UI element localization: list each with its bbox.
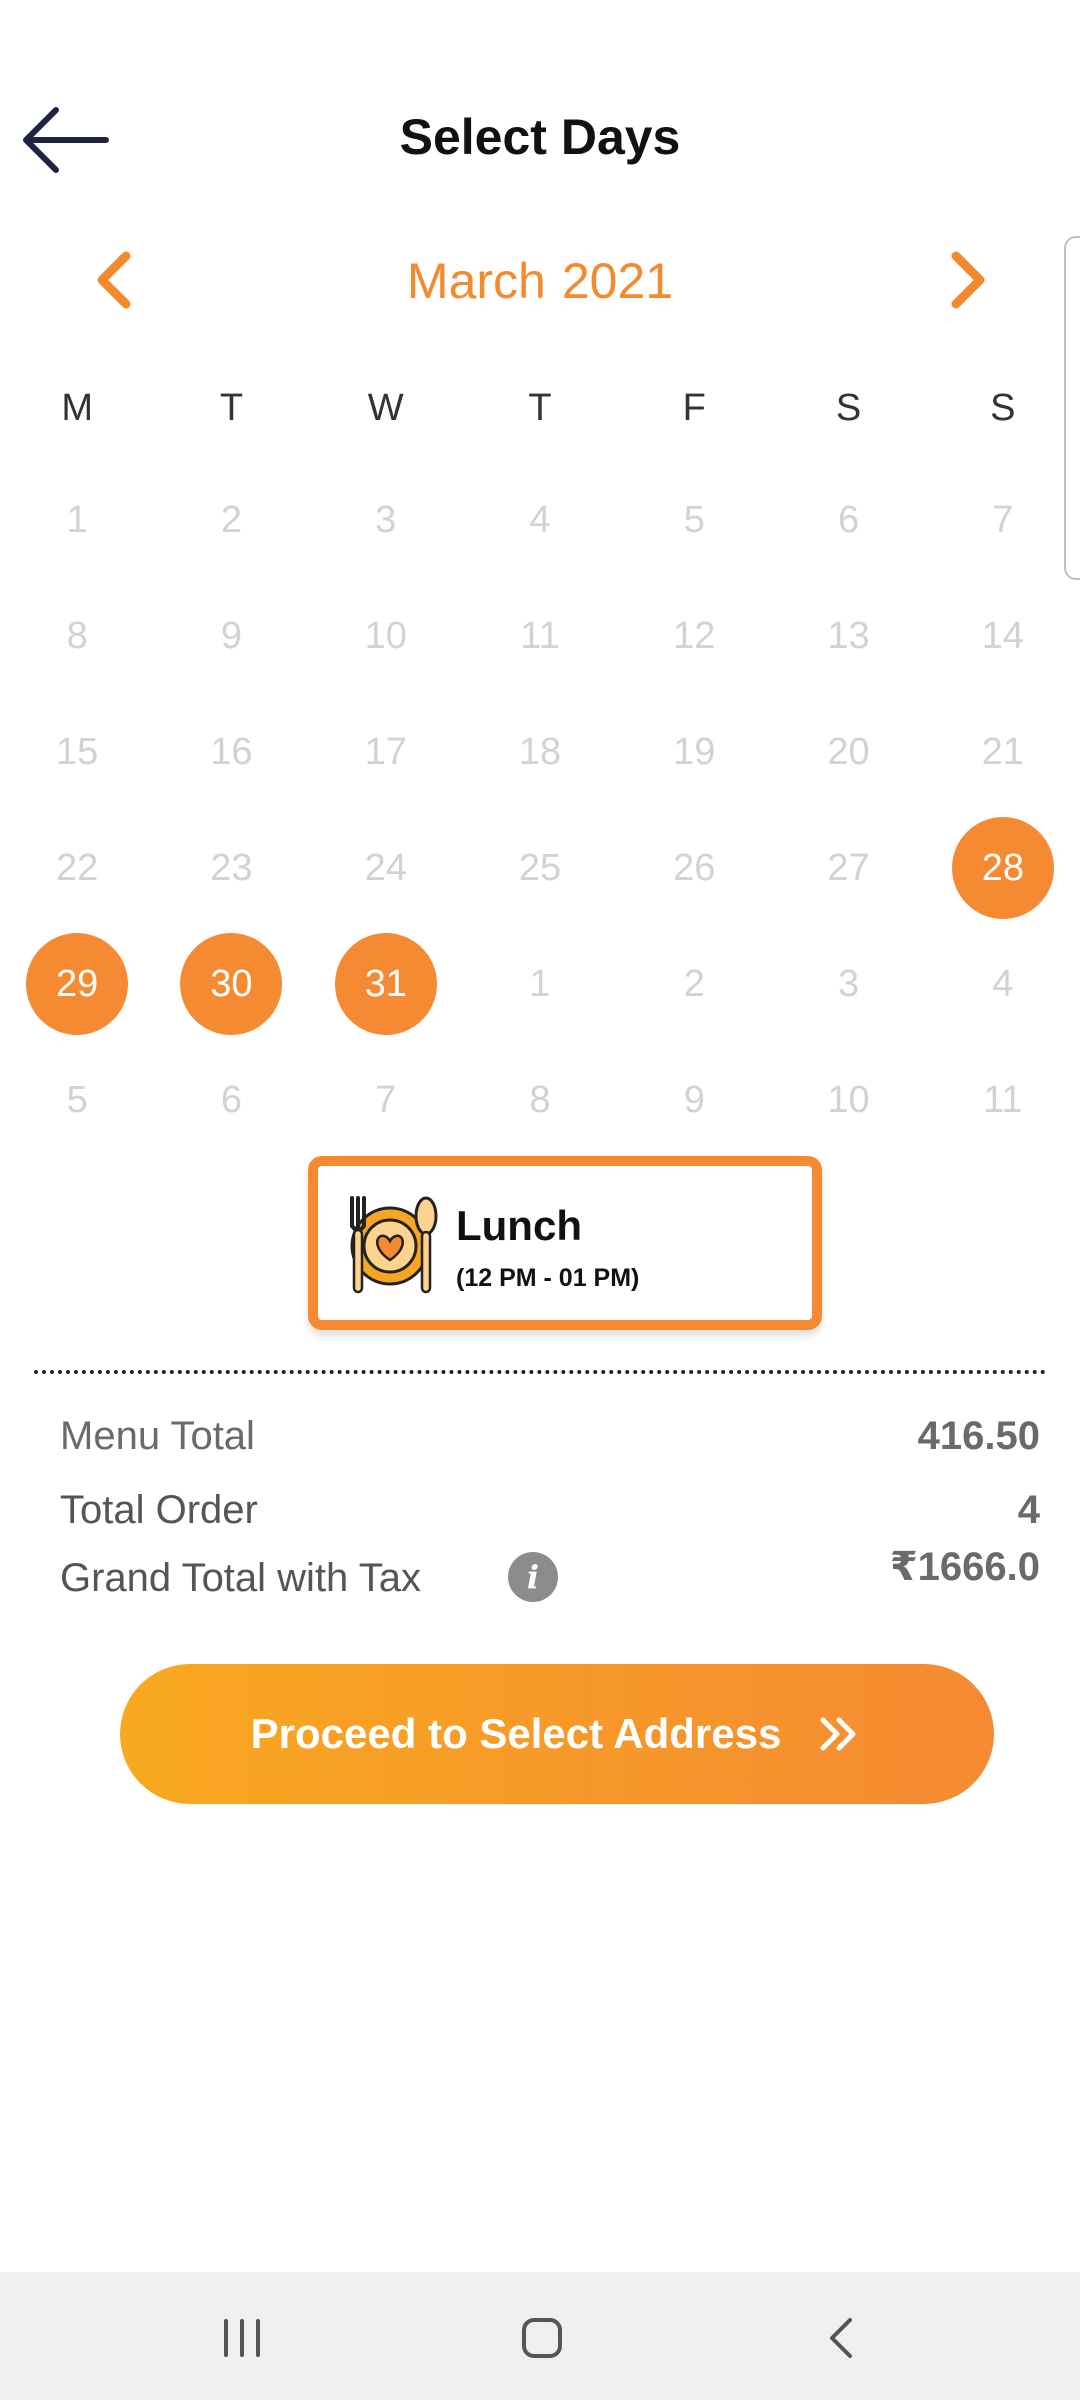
calendar-day[interactable]: 17 bbox=[309, 694, 463, 810]
calendar-day[interactable]: 22 bbox=[0, 810, 154, 926]
calendar-day[interactable]: 20 bbox=[771, 694, 925, 810]
calendar-day[interactable]: 6 bbox=[771, 462, 925, 578]
calendar-day-selected[interactable]: 30 bbox=[154, 926, 308, 1042]
calendar-day[interactable]: 6 bbox=[154, 1042, 308, 1158]
calendar-day[interactable]: 5 bbox=[617, 462, 771, 578]
calendar-day[interactable]: 16 bbox=[154, 694, 308, 810]
selected-day-bubble: 28 bbox=[951, 817, 1054, 919]
year-value: 2021 bbox=[561, 253, 674, 309]
calendar-day[interactable]: 4 bbox=[463, 462, 617, 578]
month-year-label: March 2021 bbox=[0, 252, 1080, 310]
calendar-day[interactable]: 24 bbox=[309, 810, 463, 926]
calendar-day[interactable]: 5 bbox=[0, 1042, 154, 1158]
selected-day-bubble: 30 bbox=[180, 933, 283, 1035]
chevron-right-icon bbox=[951, 251, 985, 309]
calendar-day[interactable]: 7 bbox=[926, 462, 1080, 578]
calendar-day-selected[interactable]: 28 bbox=[926, 810, 1080, 926]
home-icon bbox=[522, 2318, 562, 2358]
plate-fork-spoon-icon bbox=[342, 1190, 442, 1300]
calendar-week: 5 6 7 8 9 10 11 bbox=[0, 1042, 1080, 1158]
calendar-day[interactable]: 23 bbox=[154, 810, 308, 926]
calendar-day[interactable]: 1 bbox=[463, 926, 617, 1042]
weekday-header-row: M T W T F S S bbox=[0, 350, 1080, 466]
weekday-sunday: S bbox=[990, 386, 1016, 429]
meal-option-card[interactable]: Lunch (12 PM - 01 PM) bbox=[308, 1156, 822, 1330]
month-name: March bbox=[406, 253, 546, 309]
calendar-day[interactable]: 4 bbox=[926, 926, 1080, 1042]
calendar-day[interactable]: 3 bbox=[771, 926, 925, 1042]
calendar-week: 8 9 10 11 12 13 14 bbox=[0, 578, 1080, 694]
calendar-week: 22 23 24 25 26 27 28 bbox=[0, 810, 1080, 926]
menu-total-value: 416.50 bbox=[917, 1414, 1040, 1458]
recent-apps-button[interactable] bbox=[182, 2296, 302, 2380]
calendar-week: 1 2 3 4 5 6 7 bbox=[0, 462, 1080, 578]
dotted-divider bbox=[34, 1370, 1046, 1374]
info-icon[interactable]: i bbox=[508, 1552, 558, 1602]
system-back-button[interactable] bbox=[782, 2296, 902, 2380]
calendar-day[interactable]: 11 bbox=[463, 578, 617, 694]
meal-title: Lunch bbox=[456, 1202, 582, 1249]
calendar-day[interactable]: 3 bbox=[309, 462, 463, 578]
calendar-week: 15 16 17 18 19 20 21 bbox=[0, 694, 1080, 810]
proceed-to-select-address-button[interactable]: Proceed to Select Address bbox=[120, 1664, 994, 1804]
calendar-day[interactable]: 8 bbox=[463, 1042, 617, 1158]
calendar-day[interactable]: 19 bbox=[617, 694, 771, 810]
meal-time: (12 PM - 01 PM) bbox=[456, 1264, 640, 1292]
calendar-day[interactable]: 25 bbox=[463, 810, 617, 926]
calendar-day[interactable]: 9 bbox=[617, 1042, 771, 1158]
recent-apps-icon bbox=[224, 2319, 260, 2357]
calendar-day[interactable]: 12 bbox=[617, 578, 771, 694]
selected-day-bubble: 31 bbox=[334, 933, 437, 1035]
calendar-day[interactable]: 21 bbox=[926, 694, 1080, 810]
calendar-day[interactable]: 27 bbox=[771, 810, 925, 926]
weekday-monday: M bbox=[61, 386, 93, 429]
menu-total-label: Menu Total bbox=[60, 1414, 255, 1458]
calendar-day[interactable]: 8 bbox=[0, 578, 154, 694]
calendar-day-selected[interactable]: 31 bbox=[309, 926, 463, 1042]
double-chevron-right-icon bbox=[820, 1717, 856, 1751]
weekday-friday: F bbox=[682, 386, 706, 429]
calendar-week: 29 30 31 1 2 3 4 bbox=[0, 926, 1080, 1042]
calendar-day[interactable]: 11 bbox=[926, 1042, 1080, 1158]
calendar-day-selected[interactable]: 29 bbox=[0, 926, 154, 1042]
grand-total-value: ₹1666.0 bbox=[889, 1545, 1040, 1589]
calendar-day[interactable]: 7 bbox=[309, 1042, 463, 1158]
calendar-day[interactable]: 1 bbox=[0, 462, 154, 578]
calendar-day[interactable]: 9 bbox=[154, 578, 308, 694]
calendar-day[interactable]: 18 bbox=[463, 694, 617, 810]
proceed-button-label: Proceed to Select Address bbox=[250, 1710, 782, 1757]
selected-day-bubble: 29 bbox=[26, 933, 129, 1035]
chevron-left-icon bbox=[830, 2318, 852, 2358]
weekday-saturday: S bbox=[835, 386, 862, 429]
calendar-day[interactable]: 10 bbox=[771, 1042, 925, 1158]
home-button[interactable] bbox=[482, 2296, 602, 2380]
weekday-wednesday: W bbox=[367, 386, 404, 429]
calendar-day[interactable]: 14 bbox=[926, 578, 1080, 694]
grand-total-label: Grand Total with Tax bbox=[60, 1556, 421, 1600]
weekday-tuesday: T bbox=[219, 386, 244, 429]
calendar-day[interactable]: 15 bbox=[0, 694, 154, 810]
total-order-label: Total Order bbox=[60, 1488, 258, 1532]
next-month-button[interactable] bbox=[940, 248, 996, 312]
calendar-day[interactable]: 2 bbox=[154, 462, 308, 578]
page-title: Select Days bbox=[399, 109, 681, 165]
calendar-day[interactable]: 26 bbox=[617, 810, 771, 926]
calendar-day[interactable]: 10 bbox=[309, 578, 463, 694]
total-order-value: 4 bbox=[1017, 1488, 1040, 1532]
calendar-day[interactable]: 13 bbox=[771, 578, 925, 694]
weekday-thursday: T bbox=[528, 386, 552, 429]
calendar-day[interactable]: 2 bbox=[617, 926, 771, 1042]
